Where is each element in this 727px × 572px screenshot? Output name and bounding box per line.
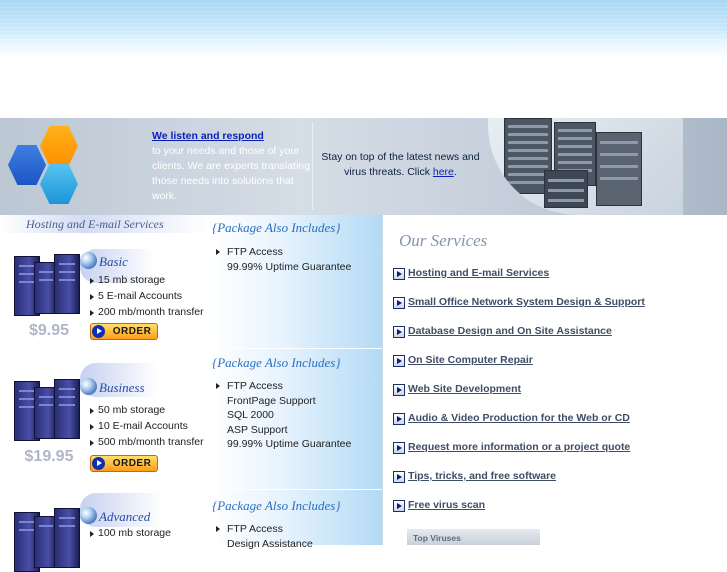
- service-label: Small Office Network System Design & Sup…: [408, 296, 645, 308]
- arrow-icon: [92, 325, 105, 338]
- services-title: Our Services: [399, 231, 488, 250]
- includes-item: FTP Access: [216, 245, 351, 260]
- arrow-right-icon: [393, 442, 405, 454]
- package-price: $9.95: [28, 322, 70, 339]
- banner-divider: [312, 122, 313, 210]
- package-feature: 10 E-mail Accounts: [90, 420, 188, 432]
- hosting-header-text: Hosting and E-mail Services: [26, 217, 164, 231]
- includes-item: Design Assistance: [227, 537, 313, 550]
- package-feature: 100 mb storage: [90, 527, 171, 539]
- includes-title: {Package Also Includes}: [212, 498, 341, 513]
- globe-icon: [80, 378, 97, 395]
- includes-title: {Package Also Includes}: [212, 355, 341, 370]
- package-feature: 500 mb/month transfer: [90, 436, 204, 448]
- server-tower: [54, 508, 80, 568]
- hosting-header: Hosting and E-mail Services: [0, 215, 208, 233]
- divider: [208, 348, 382, 349]
- rack-unit: [544, 170, 588, 208]
- arrow-right-icon: [393, 355, 405, 367]
- includes-list: FTP Access Design Assistance: [216, 522, 313, 551]
- includes-item: FrontPage Support: [227, 394, 316, 407]
- includes-item: 99.99% Uptime Guarantee: [227, 438, 352, 450]
- arrow-right-icon: [393, 471, 405, 483]
- server-tower: [54, 254, 80, 314]
- server-tower: [54, 379, 80, 439]
- globe-icon: [80, 507, 97, 524]
- package-name: Business: [99, 380, 145, 395]
- top-viruses-header: Top Viruses: [407, 529, 540, 545]
- arrow-right-icon: [393, 268, 405, 280]
- package-feature: 50 mb storage: [90, 404, 165, 416]
- order-label: ORDER: [112, 458, 152, 469]
- arrow-icon: [92, 457, 105, 470]
- includes-item: FTP Access: [216, 379, 351, 394]
- rack-unit: [596, 132, 642, 206]
- service-label: Database Design and On Site Assistance: [408, 325, 612, 337]
- divider: [208, 489, 382, 490]
- service-label: Tips, tricks, and free software: [408, 470, 557, 482]
- service-label: Hosting and E-mail Services: [408, 267, 550, 279]
- service-label: Free virus scan: [408, 499, 486, 511]
- package-name: Advanced: [99, 509, 151, 524]
- order-label: ORDER: [112, 326, 152, 337]
- package-feature: 5 E-mail Accounts: [90, 290, 182, 302]
- arrow-right-icon: [393, 297, 405, 309]
- banner-intro: We listen and respond to your needs and …: [152, 129, 312, 204]
- arrow-right-icon: [393, 500, 405, 512]
- arrow-right-icon: [393, 384, 405, 396]
- services-panel: [382, 215, 727, 545]
- header-stripes: [0, 0, 727, 46]
- news-here-link[interactable]: here: [433, 166, 454, 178]
- globe-icon: [80, 252, 97, 269]
- includes-list: FTP Access FrontPage Support SQL 2000 AS…: [216, 379, 351, 452]
- service-label: Web Site Development: [408, 383, 521, 395]
- package-price: $19.95: [24, 448, 74, 465]
- banner-news: Stay on top of the latest news and virus…: [318, 150, 483, 180]
- package-feature: 200 mb/month transfer: [90, 306, 204, 318]
- package-feature: 15 mb storage: [90, 274, 165, 286]
- service-label: On Site Computer Repair: [408, 354, 533, 366]
- order-button[interactable]: ORDER: [90, 323, 158, 340]
- includes-title: {Package Also Includes}: [212, 220, 341, 235]
- order-button[interactable]: ORDER: [90, 455, 158, 472]
- includes-item: ASP Support: [227, 423, 288, 436]
- arrow-right-icon: [393, 413, 405, 425]
- news-end: .: [453, 166, 457, 178]
- top-viruses-label: Top Viruses: [413, 533, 461, 543]
- includes-list: FTP Access 99.99% Uptime Guarantee: [216, 245, 351, 274]
- service-label: Request more information or a project qu…: [408, 441, 631, 453]
- includes-item: SQL 2000: [227, 409, 274, 421]
- banner-heading-link[interactable]: We listen and respond: [152, 129, 312, 144]
- includes-item: FTP Access: [216, 522, 313, 537]
- service-label: Audio & Video Production for the Web or …: [408, 412, 630, 424]
- package-name: Basic: [99, 254, 128, 269]
- includes-item: 99.99% Uptime Guarantee: [227, 260, 352, 273]
- arrow-right-icon: [393, 326, 405, 338]
- banner-body: to your needs and those of your clients.…: [152, 145, 310, 202]
